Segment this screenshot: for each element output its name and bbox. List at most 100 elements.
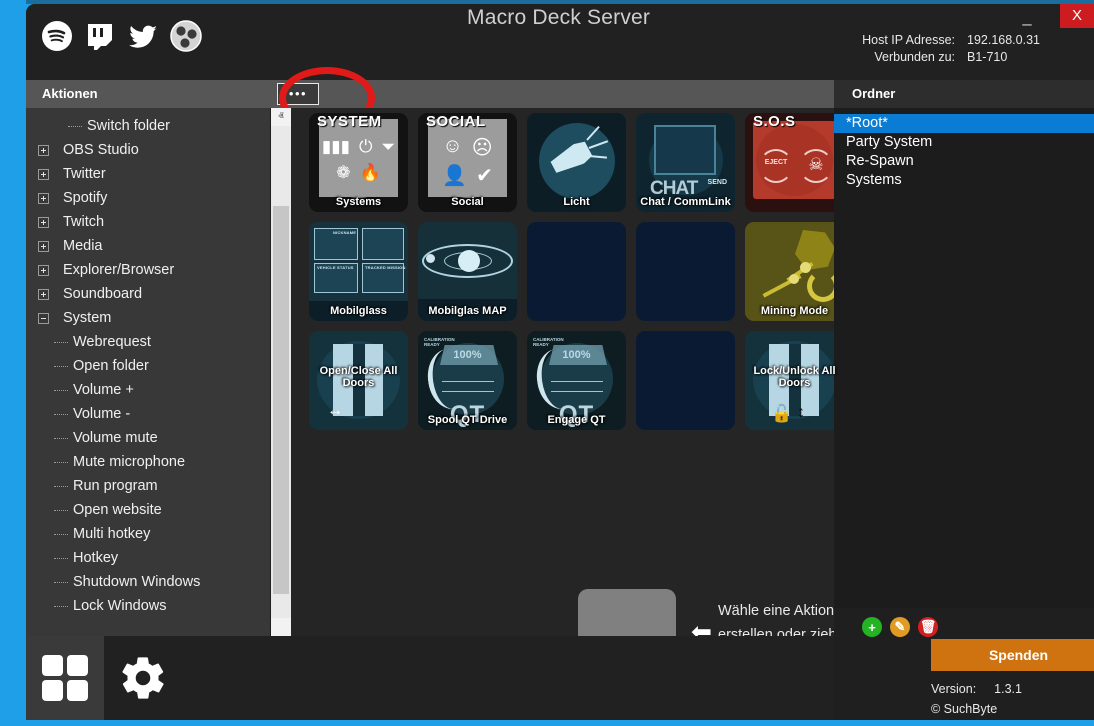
deck-button-empty[interactable] xyxy=(527,222,626,321)
deck-button-grid: SYSTEM ▮▮▮ ⏻ ⏷ ❁ 🔥 Systems SOCIAL ☺ ☹ 👤 ✔ Social Lich… xyxy=(309,113,844,430)
tree-branch-line xyxy=(54,534,68,535)
twitter-icon[interactable] xyxy=(127,20,159,52)
folder-list-panel[interactable]: *Root* Party System Re-Spawn Systems xyxy=(834,108,1094,608)
more-options-button[interactable]: ••• xyxy=(277,83,319,105)
tree-item[interactable]: Media xyxy=(26,234,270,258)
settings-button[interactable] xyxy=(104,636,182,720)
qt-line xyxy=(551,391,603,392)
tree-item[interactable]: OBS Studio xyxy=(26,138,270,162)
grid-view-button[interactable] xyxy=(26,636,104,720)
tree-item[interactable]: Shutdown Windows xyxy=(26,570,270,594)
tree-item[interactable]: Spotify xyxy=(26,186,270,210)
tree-item[interactable]: Twitter xyxy=(26,162,270,186)
tree-item[interactable]: Webrequest xyxy=(26,330,270,354)
tree-item[interactable]: Hotkey xyxy=(26,546,270,570)
tree-item[interactable]: System xyxy=(26,306,270,330)
deck-button[interactable]: CALIBRATION READY 100% QT Spool QT Drive xyxy=(418,331,517,430)
tree-item-label: Soundboard xyxy=(63,286,142,302)
tree-item[interactable]: Multi hotkey xyxy=(26,522,270,546)
tree-item[interactable]: Open website xyxy=(26,498,270,522)
mg-panel-graph xyxy=(362,228,404,260)
minimize-button[interactable]: – xyxy=(1015,11,1039,33)
tree-branch-line xyxy=(54,438,68,439)
delete-folder-icon[interactable]: 🗑 xyxy=(918,617,938,637)
tree-item-label: Hotkey xyxy=(73,550,118,566)
deck-button-empty[interactable] xyxy=(636,222,735,321)
deck-button[interactable]: SOCIAL ☺ ☹ 👤 ✔ Social xyxy=(418,113,517,212)
actions-tree: Switch folder OBS Studio Twitter Spotify Twi… xyxy=(26,108,270,618)
expand-plus-icon[interactable] xyxy=(38,193,49,204)
qt-line xyxy=(442,391,494,392)
close-button[interactable]: X xyxy=(1060,4,1094,28)
app-root: Macro Deck Server – X Host IP Adresse: 1… xyxy=(0,0,1094,726)
scroll-down-icon[interactable]: ⱟ xyxy=(271,618,291,636)
add-folder-icon[interactable]: + xyxy=(862,617,882,637)
copyright-text: © SuchByte xyxy=(931,702,997,716)
expand-plus-icon[interactable] xyxy=(38,265,49,276)
tree-item[interactable]: Run program xyxy=(26,474,270,498)
tree-branch-line xyxy=(68,126,82,127)
tree-item[interactable]: Explorer/Browser xyxy=(26,258,270,282)
version-value: 1.3.1 xyxy=(994,682,1022,696)
edit-folder-icon[interactable]: ✎ xyxy=(890,617,910,637)
actions-tree-panel[interactable]: Switch folder OBS Studio Twitter Spotify Twi… xyxy=(26,108,270,636)
folder-item[interactable]: Systems xyxy=(834,171,1094,190)
deck-button[interactable]: NICKNAME VEHICLE STATUS TRACKED MISSION Mob… xyxy=(309,222,408,321)
folder-item[interactable]: Re-Spawn xyxy=(834,152,1094,171)
systems-symbols-row2: ❁ 🔥 xyxy=(309,163,408,183)
lock-open-icon: 🔓 xyxy=(771,404,792,424)
deck-button[interactable]: S.O.S EJECT ☠ xyxy=(745,113,844,212)
expand-plus-icon[interactable] xyxy=(38,241,49,252)
expand-plus-icon[interactable] xyxy=(38,169,49,180)
scrollbar-thumb[interactable] xyxy=(273,206,289,594)
tile-header-text: SYSTEM xyxy=(317,113,382,130)
tree-branch-line xyxy=(54,582,68,583)
tree-scrollbar[interactable]: ⱏ ⱟ xyxy=(271,108,291,636)
person-icon: 👤 xyxy=(442,163,467,188)
expand-plus-icon[interactable] xyxy=(38,289,49,300)
twitch-icon[interactable] xyxy=(84,20,116,52)
deck-button[interactable]: Mining Mode xyxy=(745,222,844,321)
tree-item[interactable]: Soundboard xyxy=(26,282,270,306)
tree-item[interactable]: Open folder xyxy=(26,354,270,378)
deck-button[interactable]: CHAT SEND Chat / CommLink xyxy=(636,113,735,212)
tree-item[interactable]: Switch folder xyxy=(26,114,270,138)
tree-branch-line xyxy=(54,462,68,463)
collapse-minus-icon[interactable] xyxy=(38,313,49,324)
deck-button[interactable]: Licht xyxy=(527,113,626,212)
deck-button[interactable]: 🔓 ↕ Lock/Unlock All Doors xyxy=(745,331,844,430)
deck-button-label: Mobilglass xyxy=(309,305,408,317)
smiley-icon: ☺ xyxy=(442,135,462,160)
tree-item-label: Shutdown Windows xyxy=(73,574,200,590)
mining-node xyxy=(800,262,811,273)
tree-item-label: Mute microphone xyxy=(73,454,185,470)
deck-button[interactable]: SYSTEM ▮▮▮ ⏻ ⏷ ❁ 🔥 Systems xyxy=(309,113,408,212)
expand-plus-icon[interactable] xyxy=(38,217,49,228)
donate-button[interactable]: Spenden xyxy=(931,639,1094,671)
tree-item[interactable]: Mute microphone xyxy=(26,450,270,474)
eject-ring-icon xyxy=(759,149,793,183)
spotify-icon[interactable] xyxy=(41,20,73,52)
tree-branch-line xyxy=(54,366,68,367)
tree-item[interactable]: Twitch xyxy=(26,210,270,234)
tree-item-label: Open folder xyxy=(73,358,149,374)
tree-item-label: Open website xyxy=(73,502,162,518)
deck-button[interactable]: CALIBRATION READY 100% QT Engage QT xyxy=(527,331,626,430)
obs-icon[interactable] xyxy=(170,20,202,52)
folder-item-selected[interactable]: *Root* xyxy=(834,114,1094,133)
cooler-icon: ❁ xyxy=(336,163,350,183)
deck-button[interactable]: ↔ Open/Close All Doors xyxy=(309,331,408,430)
deck-button-empty[interactable] xyxy=(636,331,735,430)
tree-item-label: Twitch xyxy=(63,214,104,230)
fire-icon: 🔥 xyxy=(360,163,381,183)
tree-item[interactable]: Lock Windows xyxy=(26,594,270,618)
tree-item[interactable]: Volume mute xyxy=(26,426,270,450)
deck-button[interactable]: Mobilglas MAP xyxy=(418,222,517,321)
tree-item[interactable]: Volume + xyxy=(26,378,270,402)
expand-plus-icon[interactable] xyxy=(38,145,49,156)
tree-item[interactable]: Volume - xyxy=(26,402,270,426)
folder-item[interactable]: Party System xyxy=(834,133,1094,152)
folders-header-label: Ordner xyxy=(852,86,895,101)
frowny-icon: ☹ xyxy=(472,135,493,160)
scroll-up-icon[interactable]: ⱏ xyxy=(271,108,291,126)
